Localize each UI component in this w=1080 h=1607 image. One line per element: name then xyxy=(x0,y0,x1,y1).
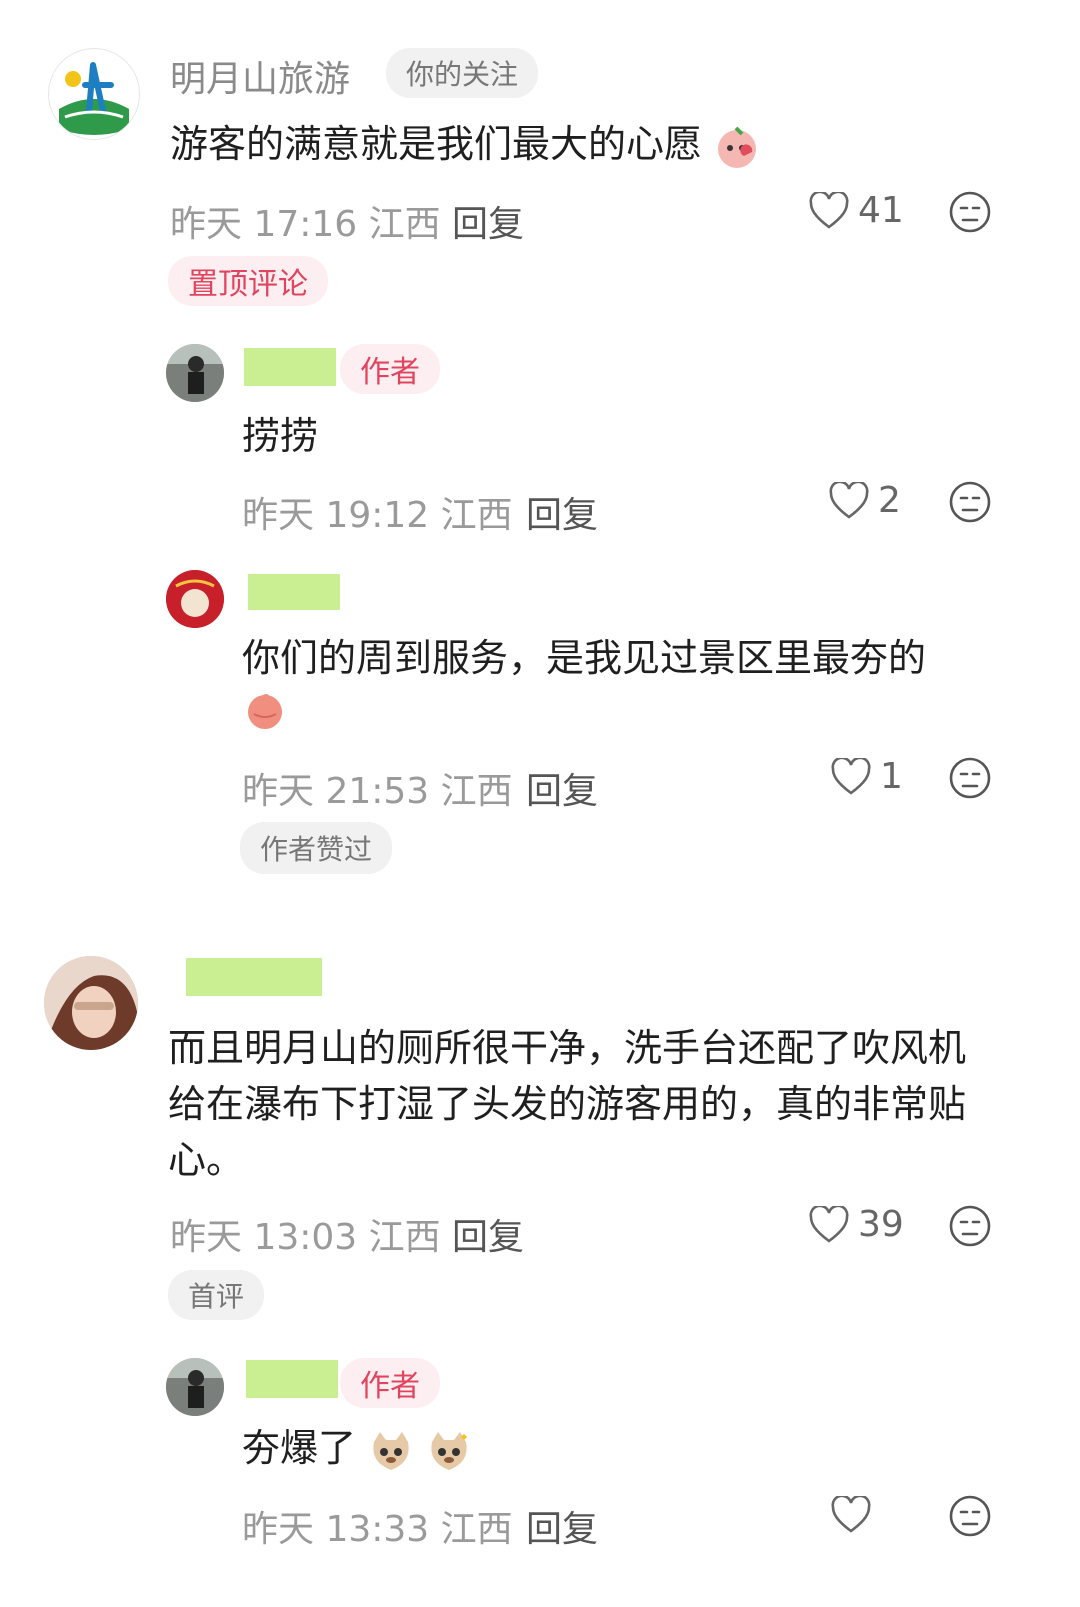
like-count: 2 xyxy=(878,480,901,521)
reply-button[interactable]: 回复 xyxy=(526,762,598,814)
comment-time: 昨天 19:12 江西 xyxy=(242,495,513,536)
reply-button[interactable]: 回复 xyxy=(526,486,598,538)
comment-text-content: 夯爆了 xyxy=(242,1426,357,1470)
author-badge: 作者 xyxy=(340,344,440,394)
first-comment-tag: 首评 xyxy=(168,1270,265,1320)
heart-icon xyxy=(829,481,869,519)
pinned-tag: 置顶评论 xyxy=(168,256,328,306)
avatar[interactable] xyxy=(166,344,224,402)
dislike-face-icon[interactable] xyxy=(948,480,992,524)
reply-button[interactable]: 回复 xyxy=(526,1500,598,1552)
thumbs-up-emoji-icon xyxy=(244,690,286,732)
username-mask xyxy=(248,574,340,610)
cat-emoji-icon xyxy=(426,1428,472,1474)
author-liked-tag: 作者赞过 xyxy=(240,822,393,874)
brand-logo xyxy=(50,50,138,138)
cat-emoji-icon xyxy=(368,1428,414,1474)
comment-username[interactable]: 明月山旅游 xyxy=(170,50,350,102)
like-button[interactable]: 39 xyxy=(808,1204,904,1245)
comment-time: 昨天 13:03 江西 xyxy=(170,1217,441,1258)
like-button[interactable]: 1 xyxy=(830,756,903,797)
avatar[interactable] xyxy=(166,1358,224,1416)
comment-text: 而且明月山的厕所很干净，洗手台还配了吹风机给在瀑布下打湿了头发的游客用的，真的非… xyxy=(168,1026,967,1182)
comment-time: 昨天 21:53 江西 xyxy=(242,771,513,812)
avatar[interactable] xyxy=(48,48,140,140)
comment-text: 捞捞 xyxy=(242,414,319,458)
comment-time: 昨天 17:16 江西 xyxy=(170,204,441,245)
username-mask xyxy=(246,1360,338,1398)
dislike-face-icon[interactable] xyxy=(948,1494,992,1538)
comment-time: 昨天 13:33 江西 xyxy=(242,1509,513,1550)
like-button[interactable]: 2 xyxy=(828,480,901,521)
follow-badge: 你的关注 xyxy=(386,48,539,98)
comment-text-content: 游客的满意就是我们最大的心愿 xyxy=(170,122,703,166)
comment-text: 游客的满意就是我们最大的心愿 xyxy=(170,116,760,172)
comment-text: 你们的周到服务，是我见过景区里最夯的 xyxy=(242,636,927,680)
comment-text: 夯爆了 xyxy=(242,1420,472,1476)
avatar[interactable] xyxy=(44,956,138,1050)
heart-icon xyxy=(831,757,871,795)
like-count: 1 xyxy=(880,756,903,797)
author-badge: 作者 xyxy=(340,1358,440,1408)
avatar[interactable] xyxy=(166,570,224,628)
dislike-face-icon[interactable] xyxy=(948,190,992,234)
heart-icon xyxy=(831,1496,871,1533)
reply-button[interactable]: 回复 xyxy=(452,1208,524,1260)
dislike-face-icon[interactable] xyxy=(948,1204,992,1248)
like-count: 41 xyxy=(858,190,904,231)
like-count: 39 xyxy=(858,1204,904,1245)
heart-icon xyxy=(809,191,849,229)
heart-icon xyxy=(809,1205,849,1243)
like-button[interactable]: 41 xyxy=(808,190,904,231)
kiss-emoji-icon xyxy=(714,124,760,170)
dislike-face-icon[interactable] xyxy=(948,756,992,800)
username-mask xyxy=(186,958,322,996)
username-mask xyxy=(244,348,336,386)
like-button[interactable] xyxy=(830,1496,880,1534)
reply-button[interactable]: 回复 xyxy=(452,195,524,247)
